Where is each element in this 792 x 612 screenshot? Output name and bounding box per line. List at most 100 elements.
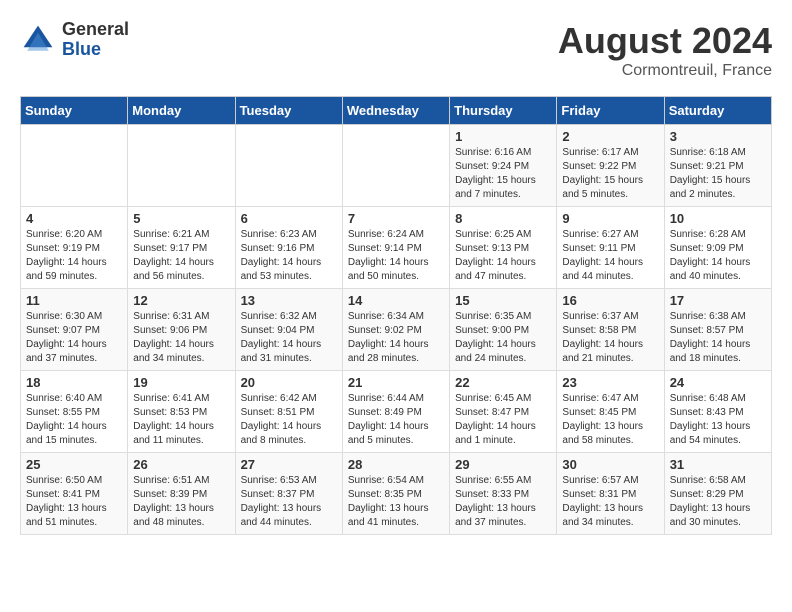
calendar-cell <box>128 125 235 207</box>
calendar-cell: 3 Sunrise: 6:18 AM Sunset: 9:21 PM Daylig… <box>664 125 771 207</box>
page-header: General Blue August 2024 Cormontreuil, F… <box>20 20 772 80</box>
day-info: Sunrise: 6:30 AM Sunset: 9:07 PM Dayligh… <box>26 310 122 366</box>
day-info: Sunrise: 6:38 AM Sunset: 8:57 PM Dayligh… <box>670 310 766 366</box>
calendar-week-row: 25Sunrise: 6:50 AM Sunset: 8:41 PM Dayli… <box>21 453 772 535</box>
day-info: Sunrise: 6:32 AM Sunset: 9:04 PM Dayligh… <box>241 310 337 366</box>
day-number: 19 <box>133 375 229 390</box>
day-number: 28 <box>348 457 444 472</box>
day-info: Sunrise: 6:17 AM Sunset: 9:22 PM Dayligh… <box>562 146 658 202</box>
day-number: 12 <box>133 293 229 308</box>
weekday-header: Saturday <box>664 97 771 125</box>
calendar-cell: 4 Sunrise: 6:20 AM Sunset: 9:19 PM Daylig… <box>21 207 128 289</box>
calendar-cell: 11 Sunrise: 6:30 AM Sunset: 9:07 PM Dayli… <box>21 289 128 371</box>
calendar-cell: 5Sunrise: 6:21 AM Sunset: 9:17 PM Daylig… <box>128 207 235 289</box>
weekday-header: Wednesday <box>342 97 449 125</box>
calendar-cell: 7 Sunrise: 6:24 AM Sunset: 9:14 PM Daylig… <box>342 207 449 289</box>
day-number: 9 <box>562 211 658 226</box>
calendar-cell: 29 Sunrise: 6:55 AM Sunset: 8:33 PM Dayli… <box>450 453 557 535</box>
calendar-table: SundayMondayTuesdayWednesdayThursdayFrid… <box>20 96 772 535</box>
weekday-header: Thursday <box>450 97 557 125</box>
day-info: Sunrise: 6:55 AM Sunset: 8:33 PM Dayligh… <box>455 474 551 530</box>
day-number: 21 <box>348 375 444 390</box>
day-info: Sunrise: 6:16 AM Sunset: 9:24 PM Dayligh… <box>455 146 551 202</box>
day-info: Sunrise: 6:21 AM Sunset: 9:17 PM Dayligh… <box>133 228 229 284</box>
day-number: 14 <box>348 293 444 308</box>
location-title: Cormontreuil, France <box>558 62 772 80</box>
day-info: Sunrise: 6:47 AM Sunset: 8:45 PM Dayligh… <box>562 392 658 448</box>
day-info: Sunrise: 6:50 AM Sunset: 8:41 PM Dayligh… <box>26 474 122 530</box>
day-number: 4 <box>26 211 122 226</box>
day-info: Sunrise: 6:23 AM Sunset: 9:16 PM Dayligh… <box>241 228 337 284</box>
day-info: Sunrise: 6:24 AM Sunset: 9:14 PM Dayligh… <box>348 228 444 284</box>
calendar-cell: 8Sunrise: 6:25 AM Sunset: 9:13 PM Daylig… <box>450 207 557 289</box>
day-info: Sunrise: 6:54 AM Sunset: 8:35 PM Dayligh… <box>348 474 444 530</box>
calendar-cell <box>235 125 342 207</box>
day-info: Sunrise: 6:42 AM Sunset: 8:51 PM Dayligh… <box>241 392 337 448</box>
calendar-cell: 27 Sunrise: 6:53 AM Sunset: 8:37 PM Dayli… <box>235 453 342 535</box>
day-number: 17 <box>670 293 766 308</box>
calendar-cell: 28 Sunrise: 6:54 AM Sunset: 8:35 PM Dayli… <box>342 453 449 535</box>
day-info: Sunrise: 6:58 AM Sunset: 8:29 PM Dayligh… <box>670 474 766 530</box>
weekday-header: Friday <box>557 97 664 125</box>
day-info: Sunrise: 6:57 AM Sunset: 8:31 PM Dayligh… <box>562 474 658 530</box>
day-number: 26 <box>133 457 229 472</box>
calendar-cell: 24 Sunrise: 6:48 AM Sunset: 8:43 PM Dayli… <box>664 371 771 453</box>
day-number: 2 <box>562 129 658 144</box>
day-info: Sunrise: 6:48 AM Sunset: 8:43 PM Dayligh… <box>670 392 766 448</box>
calendar-week-row: 1Sunrise: 6:16 AM Sunset: 9:24 PM Daylig… <box>21 125 772 207</box>
day-number: 23 <box>562 375 658 390</box>
calendar-cell: 14 Sunrise: 6:34 AM Sunset: 9:02 PM Dayli… <box>342 289 449 371</box>
day-info: Sunrise: 6:51 AM Sunset: 8:39 PM Dayligh… <box>133 474 229 530</box>
calendar-cell: 12Sunrise: 6:31 AM Sunset: 9:06 PM Dayli… <box>128 289 235 371</box>
weekday-header: Monday <box>128 97 235 125</box>
weekday-header-row: SundayMondayTuesdayWednesdayThursdayFrid… <box>21 97 772 125</box>
calendar-cell: 18 Sunrise: 6:40 AM Sunset: 8:55 PM Dayli… <box>21 371 128 453</box>
day-number: 11 <box>26 293 122 308</box>
calendar-cell: 2 Sunrise: 6:17 AM Sunset: 9:22 PM Daylig… <box>557 125 664 207</box>
day-number: 27 <box>241 457 337 472</box>
day-number: 3 <box>670 129 766 144</box>
calendar-cell: 23 Sunrise: 6:47 AM Sunset: 8:45 PM Dayli… <box>557 371 664 453</box>
day-info: Sunrise: 6:40 AM Sunset: 8:55 PM Dayligh… <box>26 392 122 448</box>
day-info: Sunrise: 6:18 AM Sunset: 9:21 PM Dayligh… <box>670 146 766 202</box>
calendar-cell: 16Sunrise: 6:37 AM Sunset: 8:58 PM Dayli… <box>557 289 664 371</box>
calendar-cell: 20Sunrise: 6:42 AM Sunset: 8:51 PM Dayli… <box>235 371 342 453</box>
calendar-cell: 13 Sunrise: 6:32 AM Sunset: 9:04 PM Dayli… <box>235 289 342 371</box>
calendar-week-row: 4 Sunrise: 6:20 AM Sunset: 9:19 PM Daylig… <box>21 207 772 289</box>
title-block: August 2024 Cormontreuil, France <box>558 20 772 80</box>
day-number: 7 <box>348 211 444 226</box>
day-info: Sunrise: 6:45 AM Sunset: 8:47 PM Dayligh… <box>455 392 551 448</box>
day-number: 24 <box>670 375 766 390</box>
day-number: 16 <box>562 293 658 308</box>
calendar-cell <box>21 125 128 207</box>
calendar-cell: 21Sunrise: 6:44 AM Sunset: 8:49 PM Dayli… <box>342 371 449 453</box>
day-number: 29 <box>455 457 551 472</box>
calendar-cell <box>342 125 449 207</box>
calendar-cell: 15 Sunrise: 6:35 AM Sunset: 9:00 PM Dayli… <box>450 289 557 371</box>
day-number: 13 <box>241 293 337 308</box>
calendar-cell: 6Sunrise: 6:23 AM Sunset: 9:16 PM Daylig… <box>235 207 342 289</box>
day-info: Sunrise: 6:41 AM Sunset: 8:53 PM Dayligh… <box>133 392 229 448</box>
calendar-cell: 9 Sunrise: 6:27 AM Sunset: 9:11 PM Daylig… <box>557 207 664 289</box>
day-info: Sunrise: 6:35 AM Sunset: 9:00 PM Dayligh… <box>455 310 551 366</box>
day-number: 15 <box>455 293 551 308</box>
day-info: Sunrise: 6:53 AM Sunset: 8:37 PM Dayligh… <box>241 474 337 530</box>
calendar-cell: 22Sunrise: 6:45 AM Sunset: 8:47 PM Dayli… <box>450 371 557 453</box>
logo-blue-text: Blue <box>62 40 129 60</box>
calendar-cell: 17 Sunrise: 6:38 AM Sunset: 8:57 PM Dayli… <box>664 289 771 371</box>
day-number: 10 <box>670 211 766 226</box>
day-info: Sunrise: 6:25 AM Sunset: 9:13 PM Dayligh… <box>455 228 551 284</box>
logo-text: General Blue <box>62 20 129 60</box>
logo-icon <box>20 22 56 58</box>
calendar-cell: 19 Sunrise: 6:41 AM Sunset: 8:53 PM Dayli… <box>128 371 235 453</box>
day-info: Sunrise: 6:27 AM Sunset: 9:11 PM Dayligh… <box>562 228 658 284</box>
day-info: Sunrise: 6:34 AM Sunset: 9:02 PM Dayligh… <box>348 310 444 366</box>
weekday-header: Tuesday <box>235 97 342 125</box>
calendar-cell: 26 Sunrise: 6:51 AM Sunset: 8:39 PM Dayli… <box>128 453 235 535</box>
day-number: 31 <box>670 457 766 472</box>
calendar-cell: 25Sunrise: 6:50 AM Sunset: 8:41 PM Dayli… <box>21 453 128 535</box>
calendar-cell: 1Sunrise: 6:16 AM Sunset: 9:24 PM Daylig… <box>450 125 557 207</box>
day-info: Sunrise: 6:20 AM Sunset: 9:19 PM Dayligh… <box>26 228 122 284</box>
day-number: 18 <box>26 375 122 390</box>
logo-general-text: General <box>62 20 129 40</box>
